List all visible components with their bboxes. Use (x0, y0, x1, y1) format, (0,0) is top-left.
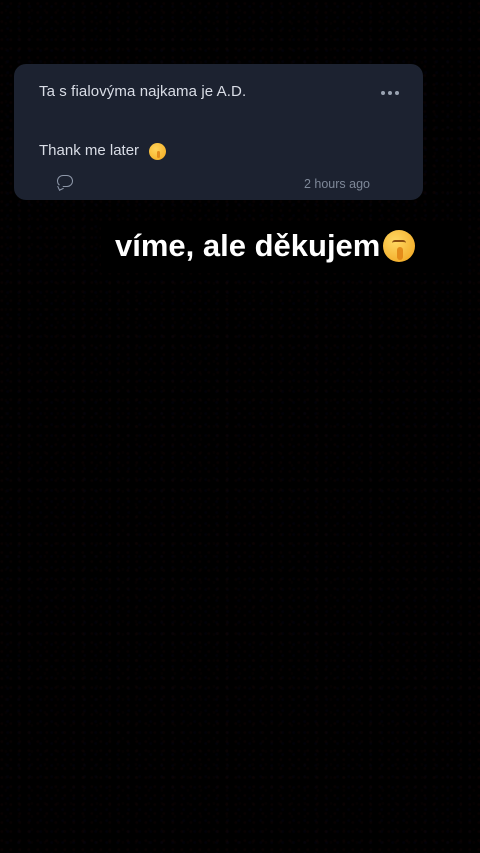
more-horizontal-icon[interactable] (381, 91, 399, 95)
comment-text-line-2-label: Thank me later (39, 142, 140, 159)
comment-card[interactable]: Ta s fialovýma najkama je A.D. Thank me … (14, 64, 423, 200)
story-caption: víme, ale děkujem (115, 228, 416, 264)
story-caption-text: víme, ale děkujem (115, 228, 381, 263)
more-dot (395, 91, 399, 95)
more-dot (381, 91, 385, 95)
comment-text-line-2: Thank me later (39, 142, 167, 160)
shushing-face-icon (149, 143, 167, 160)
comment-timestamp: 2 hours ago (303, 177, 370, 191)
shushing-face-icon (383, 230, 416, 262)
comment-text-line-1: Ta s fialovýma najkama je A.D. (39, 83, 247, 100)
more-dot (388, 91, 392, 95)
comment-icon[interactable] (57, 175, 73, 187)
